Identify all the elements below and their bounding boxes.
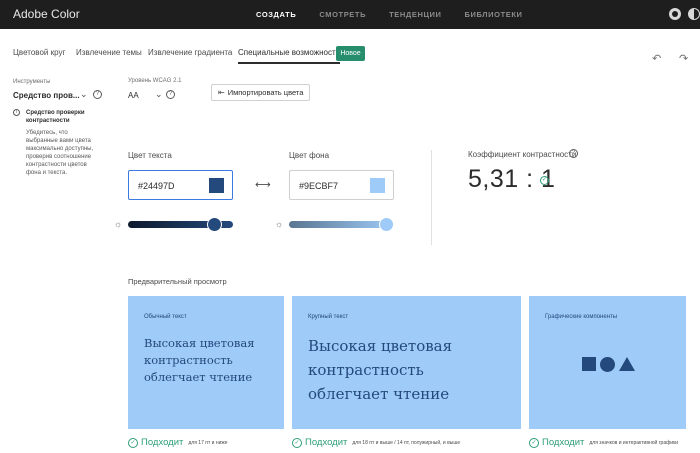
- pass-note: для значков и интерактивной графики: [589, 440, 678, 446]
- text-color-swatch[interactable]: [209, 178, 224, 193]
- tool-select[interactable]: Средство пров...: [13, 91, 80, 100]
- undo-icon[interactable]: ↶: [652, 52, 661, 65]
- notifications-icon[interactable]: [669, 8, 681, 20]
- preview-card-large: Крупный текст Высокая цветовая контрастн…: [292, 296, 521, 429]
- top-bar: Adobe Color СОЗДАТЬ СМОТРЕТЬ ТЕНДЕНЦИИ Б…: [0, 0, 700, 29]
- main-nav: СОЗДАТЬ СМОТРЕТЬ ТЕНДЕНЦИИ БИБЛИОТЕКИ: [256, 0, 546, 29]
- text-color-value[interactable]: #24497D: [138, 181, 175, 191]
- help-icon[interactable]: ?: [166, 90, 175, 99]
- bg-color-field[interactable]: #9ECBF7: [289, 170, 394, 200]
- app-title[interactable]: Adobe Color: [13, 7, 80, 21]
- bg-brightness-handle[interactable]: [379, 217, 394, 232]
- tab-color-wheel[interactable]: Цветовой круг: [13, 48, 65, 57]
- pass-result-normal: ✓ Подходит для 17 пт и ниже: [128, 437, 228, 448]
- import-icon: ⇤: [218, 88, 225, 97]
- preview-label: Предварительный просмотр: [128, 277, 227, 286]
- new-badge: Новое: [336, 46, 365, 61]
- tab-accessibility[interactable]: Специальные возможности: [238, 48, 341, 64]
- check-icon: ✓: [128, 438, 138, 448]
- card-title: Обычный текст: [144, 314, 187, 320]
- text-color-label: Цвет текста: [128, 151, 172, 160]
- pass-note: для 17 пт и ниже: [188, 440, 228, 446]
- card-body-text: Высокая цветовая контрастность облегчает…: [308, 337, 453, 403]
- tab-extract-theme[interactable]: Извлечение темы: [76, 48, 142, 57]
- contrast-ratio-label: Коэффициент контрастности: [468, 150, 577, 159]
- pass-result-graphics: ✓ Подходит для значков и интерактивной г…: [529, 437, 679, 448]
- bg-color-swatch[interactable]: [370, 178, 385, 193]
- preview-card-normal: Обычный текст Высокая цветовая контрастн…: [128, 296, 284, 429]
- circle-shape-icon: [600, 356, 615, 372]
- redo-icon[interactable]: ↷: [679, 52, 688, 65]
- check-icon: ✓: [292, 438, 302, 448]
- check-icon: ✓: [540, 176, 549, 185]
- import-colors-button[interactable]: ⇤ Импортировать цвета: [211, 84, 311, 101]
- tab-extract-gradient[interactable]: Извлечение градиента: [148, 48, 232, 57]
- nav-libraries[interactable]: БИБЛИОТЕКИ: [465, 0, 523, 29]
- theme-toggle-icon[interactable]: [688, 8, 700, 20]
- nav-explore[interactable]: СМОТРЕТЬ: [319, 0, 366, 29]
- chevron-down-icon[interactable]: ⌄: [155, 89, 163, 100]
- wcag-select[interactable]: AA: [128, 91, 139, 100]
- pass-label: Подходит: [141, 437, 184, 448]
- import-colors-label: Импортировать цвета: [227, 88, 304, 97]
- swap-colors-icon[interactable]: ⟷: [255, 178, 271, 191]
- brightness-icon: ☼: [275, 219, 284, 229]
- pass-note: для 18 пт и выше / 14 пт, полужирный, и …: [352, 440, 461, 446]
- card-title: Крупный текст: [308, 314, 349, 320]
- pass-result-large: ✓ Подходит для 18 пт и выше / 14 пт, пол…: [292, 437, 460, 448]
- chevron-down-icon[interactable]: ⌄: [80, 89, 88, 100]
- bg-color-value[interactable]: #9ECBF7: [299, 181, 338, 191]
- divider: [431, 150, 432, 245]
- nav-create[interactable]: СОЗДАТЬ: [256, 0, 296, 29]
- tool-info-text: Убедитесь, что выбранные вами цвета макс…: [26, 130, 94, 176]
- pass-label: Подходит: [305, 437, 348, 448]
- bg-color-label: Цвет фона: [289, 151, 330, 160]
- wcag-label: Уровень WCAG 2.1: [128, 78, 182, 84]
- info-icon: i: [13, 109, 20, 116]
- square-shape-icon: [582, 357, 596, 371]
- text-color-field[interactable]: #24497D: [128, 170, 233, 200]
- check-icon: ✓: [529, 438, 539, 448]
- text-brightness-handle[interactable]: [207, 217, 223, 232]
- graphic-shapes: [582, 356, 635, 372]
- nav-trends[interactable]: ТЕНДЕНЦИИ: [389, 0, 441, 29]
- pass-label: Подходит: [542, 437, 585, 448]
- tools-label: Инструменты: [13, 79, 51, 85]
- help-icon[interactable]: ?: [93, 90, 102, 99]
- triangle-shape-icon: [619, 357, 635, 371]
- tool-info-heading: Средство проверки контрастности: [26, 110, 85, 124]
- brightness-icon: ☼: [114, 219, 123, 229]
- card-title: Графические компоненты: [545, 314, 618, 320]
- help-icon[interactable]: ?: [569, 149, 578, 158]
- card-body-text: Высокая цветовая контрастность облегчает…: [144, 336, 255, 384]
